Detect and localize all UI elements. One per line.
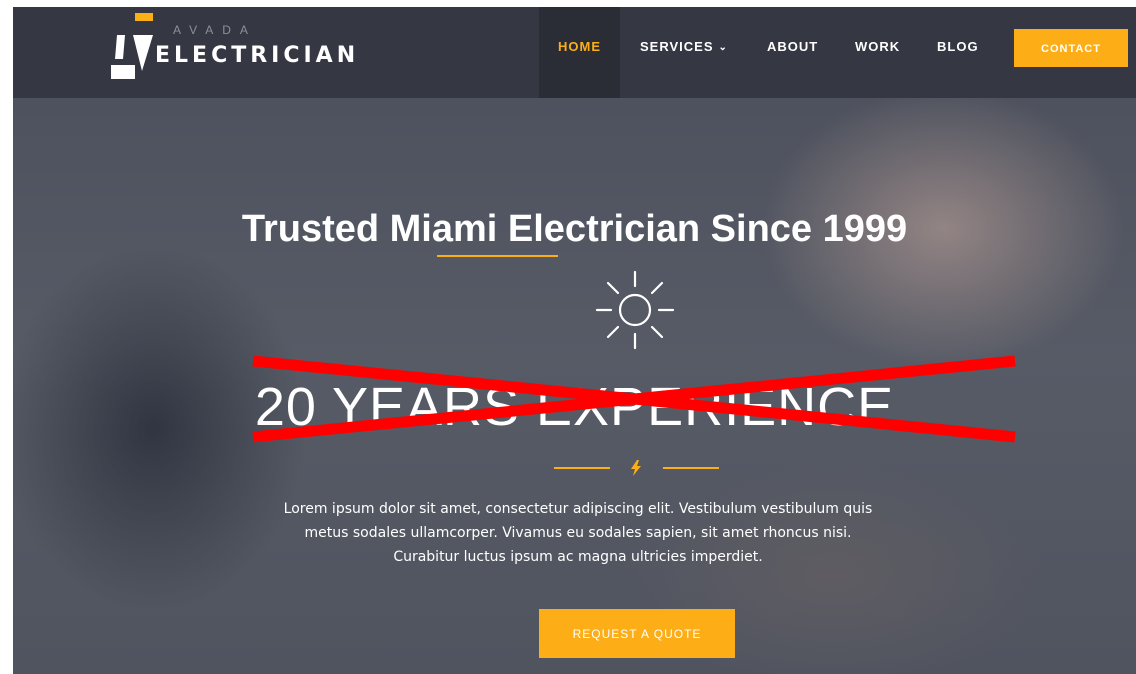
bolt-divider	[554, 460, 719, 476]
logo-mark-icon	[111, 13, 153, 79]
nav-item-label: HOME	[558, 39, 601, 54]
hero-title: Trusted Miami Electrician Since 1999	[241, 208, 908, 250]
nav-item-label: ABOUT	[767, 39, 819, 54]
sun-icon	[595, 270, 675, 350]
nav-item-label: WORK	[855, 39, 901, 54]
strike-through-mark	[252, 355, 1016, 443]
nav-item-work[interactable]: WORK	[855, 7, 900, 98]
nav-item-services[interactable]: SERVICES ⌄	[640, 7, 728, 98]
site-logo[interactable]: AVADA ELECTRICIAN	[109, 13, 369, 89]
site-header: AVADA ELECTRICIAN HOME SERVICES ⌄ ABOUT W…	[13, 7, 1136, 98]
nav-item-about[interactable]: ABOUT	[767, 7, 818, 98]
hero-description: Lorem ipsum dolor sit amet, consectetur …	[283, 501, 873, 565]
request-quote-button[interactable]: REQUEST A QUOTE	[539, 609, 735, 658]
title-underline	[437, 255, 558, 257]
divider-line-right	[663, 467, 719, 469]
nav-item-home[interactable]: HOME	[539, 7, 620, 98]
nav-item-label: BLOG	[937, 39, 979, 54]
nav-item-blog[interactable]: BLOG	[937, 7, 979, 98]
nav-item-label: SERVICES	[640, 39, 714, 54]
page-frame: AVADA ELECTRICIAN HOME SERVICES ⌄ ABOUT W…	[13, 7, 1136, 674]
lightning-bolt-icon	[631, 460, 641, 476]
logo-top-text: AVADA	[173, 23, 257, 37]
contact-button[interactable]: CONTACT	[1014, 29, 1128, 67]
divider-line-left	[554, 467, 610, 469]
logo-main-text: ELECTRICIAN	[155, 43, 360, 68]
chevron-down-icon: ⌄	[718, 42, 728, 53]
hero-section: Trusted Miami Electrician Since 1999 20 …	[13, 98, 1136, 674]
